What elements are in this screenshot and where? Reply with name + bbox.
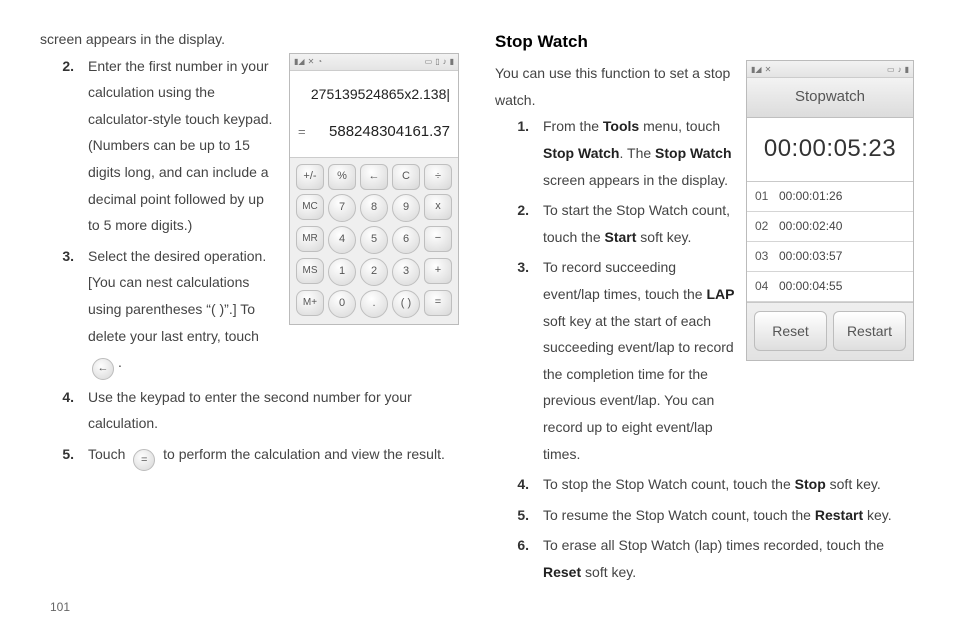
step-number: 2. [495,197,543,250]
calc-key[interactable]: − [424,226,452,252]
calc-key[interactable]: . [360,290,388,318]
calc-key[interactable]: MS [296,258,324,284]
calc-key[interactable]: + [424,258,452,284]
step-number: 3. [40,243,88,380]
step-text: To erase all Stop Watch (lap) times reco… [543,532,914,585]
step-text: To record succeeding event/lap times, to… [543,254,736,467]
calc-result-row: = 588248304161.37 [290,112,458,158]
lap-time: 00:00:01:26 [779,185,842,208]
calc-key[interactable]: 5 [360,226,388,254]
lap-row: 0400:00:04:55 [747,272,913,302]
step-item: 4.Use the keypad to enter the second num… [40,384,459,437]
bold-term: Restart [815,507,863,523]
left-column: screen appears in the display. ▮◢✕◔ ▭▯♪▮… [40,26,459,590]
step-number: 5. [495,502,543,529]
step-text: To start the Stop Watch count, touch the… [543,197,736,250]
calc-key[interactable]: 4 [328,226,356,254]
calc-key[interactable]: % [328,164,356,190]
sw-restart-button[interactable]: Restart [833,311,906,352]
calc-key[interactable]: 0 [328,290,356,318]
calc-key[interactable]: 1 [328,258,356,286]
sw-title: Stopwatch [747,78,913,118]
calc-key[interactable]: = [424,290,452,316]
calc-statusbar: ▮◢✕◔ ▭▯♪▮ [290,54,458,71]
step-item: 3.To record succeeding event/lap times, … [495,254,736,467]
calc-key[interactable]: ← [360,164,388,190]
calc-key[interactable]: 8 [360,194,388,222]
bold-term: Start [605,229,637,245]
bold-term: Stop [795,476,826,492]
calc-key[interactable]: 6 [392,226,420,254]
lap-row: 0200:00:02:40 [747,212,913,242]
page-number: 101 [50,600,70,614]
calc-key[interactable]: x [424,194,452,220]
calc-key[interactable]: 3 [392,258,420,286]
step-text: Select the desired operation. [You can n… [88,243,279,380]
step-number: 2. [40,53,88,239]
step-item: 2.To start the Stop Watch count, touch t… [495,197,736,250]
calc-key[interactable]: C [392,164,420,190]
bold-term: Reset [543,564,581,580]
calc-key[interactable]: MR [296,226,324,252]
bold-term: Stop Watch [543,145,619,161]
step-text: To stop the Stop Watch count, touch the … [543,471,914,498]
step-item: 4.To stop the Stop Watch count, touch th… [495,471,914,498]
calc-key[interactable]: ÷ [424,164,452,190]
sw-timer: 00:00:05:23 [747,118,913,183]
step-number: 4. [40,384,88,437]
back-arrow-icon: ← [92,358,114,380]
calc-key[interactable]: 7 [328,194,356,222]
lap-time: 00:00:04:55 [779,275,842,298]
lap-number: 01 [755,185,779,208]
step-number: 4. [495,471,543,498]
sw-softkeys: Reset Restart [747,302,913,361]
bold-term: Tools [603,118,639,134]
step-text: From the Tools menu, touch Stop Watch. T… [543,113,736,193]
step-text: Touch = to perform the calculation and v… [88,441,459,471]
step-number: 5. [40,441,88,471]
bold-term: Stop Watch [655,145,731,161]
calc-key[interactable]: MC [296,194,324,220]
right-column: Stop Watch ▮◢✕ ▭♪▮ Stopwatch 00:00:05:23… [495,26,914,590]
equals-icon: = [133,449,155,471]
step-item: 1.From the Tools menu, touch Stop Watch.… [495,113,736,193]
calc-result: 588248304161.37 [314,118,450,147]
step-number: 3. [495,254,543,467]
step-item: 5.To resume the Stop Watch count, touch … [495,502,914,529]
calc-key[interactable]: M+ [296,290,324,316]
step-item: 3.Select the desired operation. [You can… [40,243,279,380]
step-item: 6.To erase all Stop Watch (lap) times re… [495,532,914,585]
step-item: 2.Enter the first number in your calcula… [40,53,279,239]
sw-reset-button[interactable]: Reset [754,311,827,352]
lap-number: 02 [755,215,779,238]
lap-number: 03 [755,245,779,268]
step-item: 5.Touch = to perform the calculation and… [40,441,459,471]
lap-time: 00:00:03:57 [779,245,842,268]
step-text: Enter the first number in your calculati… [88,53,279,239]
calc-key[interactable]: ( ) [392,290,420,318]
calc-key[interactable]: +/- [296,164,324,190]
step-number: 6. [495,532,543,585]
calc-eq-label: = [298,120,314,145]
step-text: To resume the Stop Watch count, touch th… [543,502,914,529]
stopwatch-heading: Stop Watch [495,26,914,58]
calc-expression: 275139524865x2.138| [290,71,458,113]
lap-row: 0300:00:03:57 [747,242,913,272]
lap-number: 04 [755,275,779,298]
calc-key[interactable]: 9 [392,194,420,222]
step-text: Use the keypad to enter the second numbe… [88,384,459,437]
bold-term: LAP [706,286,734,302]
lap-row: 0100:00:01:26 [747,182,913,212]
sw-statusbar: ▮◢✕ ▭♪▮ [747,61,913,78]
stopwatch-screenshot: ▮◢✕ ▭♪▮ Stopwatch 00:00:05:23 0100:00:01… [746,60,914,361]
calc-keypad: +/-%←C÷ MC789x MR456− MS123+ M+0.( )= [290,158,458,324]
calculator-screenshot: ▮◢✕◔ ▭▯♪▮ 275139524865x2.138| = 58824830… [289,53,459,325]
step-number: 1. [495,113,543,193]
calc-intro-tail: screen appears in the display. [40,26,459,53]
sw-laps: 0100:00:01:260200:00:02:400300:00:03:570… [747,182,913,301]
calc-key[interactable]: 2 [360,258,388,286]
lap-time: 00:00:02:40 [779,215,842,238]
